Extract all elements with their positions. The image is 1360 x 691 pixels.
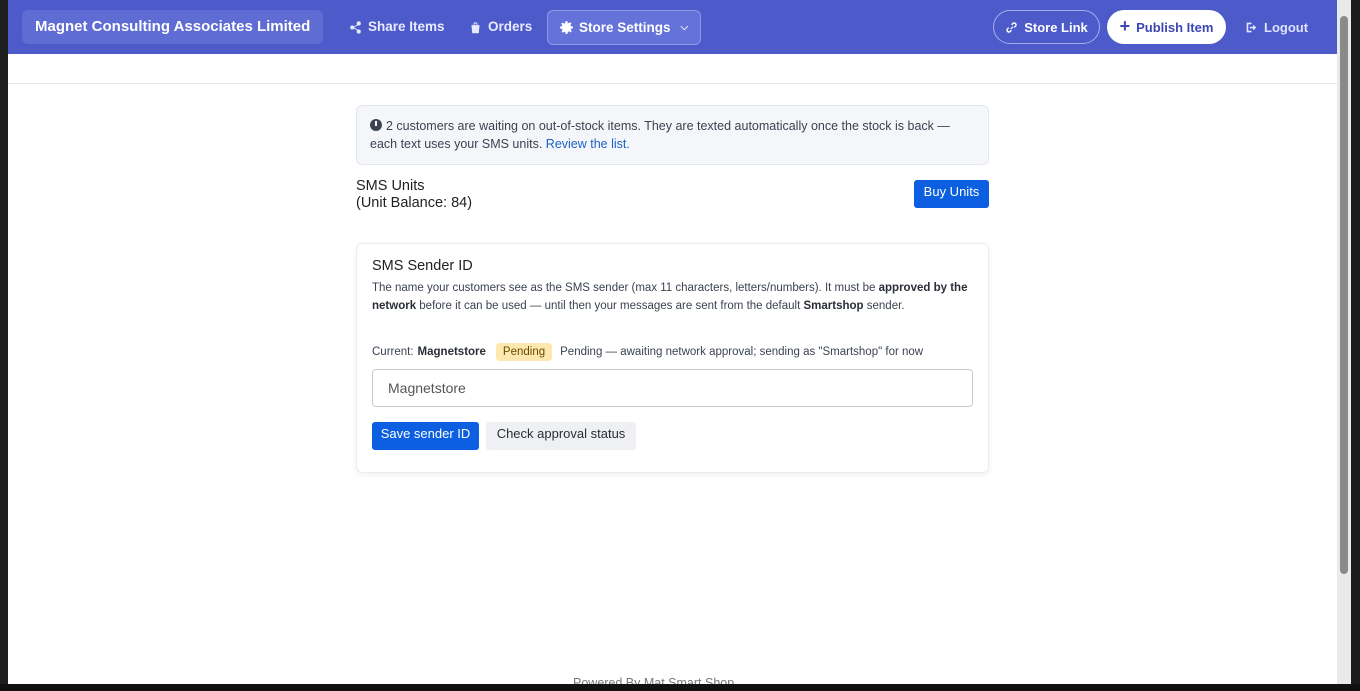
powered-by-footer: Powered By Mat Smart Shop [573, 676, 735, 684]
logout-button[interactable]: Logout [1245, 10, 1308, 44]
unit-balance: (Unit Balance: 84) [356, 195, 473, 211]
store-link-button[interactable]: Store Link [993, 10, 1100, 44]
desktop-edge-left [0, 0, 8, 691]
sms-units-heading: SMS Units (Unit Balance: 84) [356, 178, 472, 212]
logout-label: Logout [1264, 19, 1309, 35]
status-badge: Pending [495, 343, 553, 361]
logout-icon [1246, 22, 1257, 32]
sender-id-title: SMS Sender ID [372, 258, 473, 274]
share-icon [350, 20, 361, 34]
top-navbar: Magnet Consulting Associates Limited Sha… [8, 0, 1337, 54]
publish-item-label: Publish Item [1136, 19, 1214, 35]
buy-units-button[interactable]: Buy Units [914, 180, 989, 208]
desc-text: before it can be used — until then your … [416, 300, 804, 312]
shopping-bag-icon [471, 21, 480, 33]
nav-orders-label: Orders [488, 19, 533, 34]
nav-share-items-label: Share Items [368, 19, 445, 34]
nav-orders[interactable]: Orders [469, 10, 532, 44]
scrollbar-thumb[interactable] [1340, 16, 1348, 574]
publish-item-button[interactable]: + Publish Item [1107, 10, 1226, 44]
plus-icon: + [1119, 16, 1131, 36]
chevron-down-icon: ⌵ [680, 21, 689, 33]
sender-id-input[interactable]: Magnetstore [372, 369, 973, 407]
sub-header-bar [8, 54, 1337, 84]
browser-viewport: Magnet Consulting Associates Limited Sha… [8, 0, 1337, 684]
alert-text: 2 customers are waiting on out-of-stock … [370, 119, 950, 151]
nav-share-items[interactable]: Share Items [349, 10, 445, 44]
desc-text: sender. [863, 300, 905, 312]
gear-icon [560, 21, 573, 34]
nav-store-settings[interactable]: Store Settings ⌵ [547, 10, 702, 45]
clock-icon [370, 119, 382, 131]
link-icon [1006, 21, 1017, 33]
brand-title[interactable]: Magnet Consulting Associates Limited [22, 10, 324, 44]
nav-store-settings-label: Store Settings [579, 19, 671, 35]
desc-text: The name your customers see as the SMS s… [372, 282, 879, 294]
current-sender-row: Current: Magnetstore Pending Pending — a… [372, 343, 923, 361]
current-sender-value: Magnetstore [417, 346, 486, 358]
sender-id-description: The name your customers see as the SMS s… [372, 279, 972, 315]
store-link-label: Store Link [1024, 19, 1088, 35]
check-approval-status-button[interactable]: Check approval status [486, 422, 636, 450]
waiting-customers-alert: 2 customers are waiting on out-of-stock … [356, 105, 989, 165]
sms-units-title: SMS Units [356, 178, 425, 194]
desktop-edge-right [1351, 0, 1360, 684]
desktop-edge-bottom [0, 684, 1360, 691]
review-list-link[interactable]: Review the list. [546, 137, 630, 151]
status-text: Pending — awaiting network approval; sen… [560, 346, 924, 358]
current-label: Current: [372, 346, 414, 358]
desc-bold-smartshop: Smartshop [803, 300, 864, 312]
save-sender-id-button[interactable]: Save sender ID [372, 422, 479, 450]
sender-id-card: SMS Sender ID The name your customers se… [356, 243, 989, 473]
